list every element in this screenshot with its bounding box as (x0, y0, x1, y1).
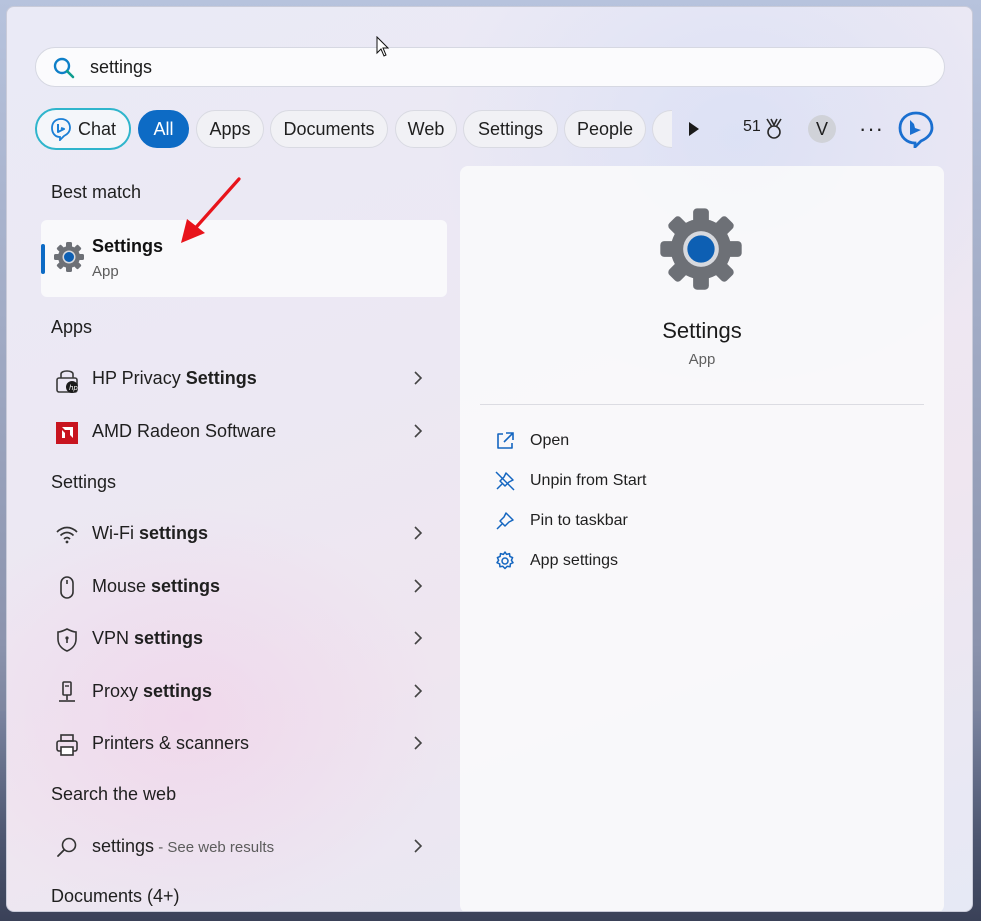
shield-icon (57, 628, 77, 652)
action-label: Pin to taskbar (530, 512, 628, 529)
chevron-right-icon[interactable] (413, 525, 423, 541)
chevron-right-icon[interactable] (413, 683, 423, 699)
best-match-title: Settings (92, 236, 164, 256)
svg-text:hp: hp (69, 384, 78, 392)
hp-privacy-lock-icon: hp (56, 370, 78, 393)
action-app-settings[interactable]: App settings (494, 546, 794, 576)
chevron-right-icon[interactable] (413, 370, 423, 386)
selection-indicator (41, 244, 45, 274)
mouse-cursor-icon (376, 36, 390, 57)
wifi-icon (56, 526, 78, 544)
best-match-subtitle: App (92, 263, 119, 280)
app-item-amd-radeon[interactable]: AMD Radeon Software (41, 407, 447, 455)
rewards-medal-icon[interactable] (763, 117, 785, 141)
amd-radeon-icon (56, 422, 78, 444)
documents-heading: Documents (4+) (51, 886, 180, 906)
setting-item-proxy[interactable]: Proxy settings (41, 667, 447, 715)
action-open[interactable]: Open (494, 426, 794, 456)
chevron-right-icon[interactable] (413, 630, 423, 646)
setting-item-printers[interactable]: Printers & scanners (41, 719, 447, 767)
scroll-chips-right-icon[interactable] (686, 118, 702, 140)
setting-item-mouse[interactable]: Mouse settings (41, 562, 447, 610)
chevron-right-icon[interactable] (413, 578, 423, 594)
results-list: Best match Settings App Apps hp HP Priva… (7, 7, 457, 911)
preview-subtitle: App (688, 351, 716, 368)
setting-item-label: VPN settings (92, 628, 204, 648)
setting-item-vpn[interactable]: VPN settings (41, 614, 447, 662)
preview-pane: Settings App Open Unpin from Start Pin t… (460, 166, 944, 911)
setting-item-label: Wi-Fi settings (92, 523, 208, 543)
gear-icon (496, 551, 514, 570)
setting-item-wifi[interactable]: Wi-Fi settings (41, 509, 447, 557)
settings-gear-icon (660, 208, 742, 290)
app-item-hp-privacy[interactable]: hp HP Privacy Settings (41, 354, 447, 402)
open-external-icon (497, 432, 514, 449)
settings-gear-icon (54, 242, 84, 272)
rewards-points[interactable]: 51 (743, 118, 761, 136)
best-match-heading: Best match (51, 182, 142, 202)
pin-icon (496, 512, 514, 530)
action-unpin-start[interactable]: Unpin from Start (494, 466, 794, 496)
bing-icon[interactable] (897, 110, 935, 148)
overflow-chip[interactable] (652, 110, 672, 148)
people-chip[interactable]: People (564, 110, 646, 148)
preview-divider (480, 404, 924, 405)
proxy-network-icon (59, 681, 75, 702)
setting-item-label: Proxy settings (92, 681, 213, 701)
more-options-icon[interactable]: ··· (859, 116, 884, 142)
action-label: Open (530, 432, 570, 449)
start-search-panel: settings Chat All Apps Documents Web Set… (6, 6, 973, 912)
web-result-item[interactable]: settings - See web results (41, 822, 447, 870)
chevron-right-icon[interactable] (413, 423, 423, 439)
settings-chip[interactable]: Settings (463, 110, 558, 148)
action-label: App settings (530, 552, 619, 569)
search-web-heading: Search the web (51, 784, 177, 804)
setting-item-label: Mouse settings (92, 576, 221, 596)
web-result-label: settings - See web results (92, 836, 275, 856)
action-pin-taskbar[interactable]: Pin to taskbar (494, 506, 794, 536)
unpin-icon (495, 471, 515, 491)
app-item-label: HP Privacy Settings (92, 368, 257, 388)
mouse-icon (60, 576, 74, 599)
avatar[interactable]: V (808, 115, 836, 143)
settings-heading: Settings (51, 472, 117, 492)
preview-title: Settings (662, 318, 742, 343)
chevron-right-icon[interactable] (413, 838, 423, 854)
printer-icon (56, 734, 78, 756)
annotation-arrow-icon (181, 177, 241, 243)
setting-item-label: Printers & scanners (92, 733, 250, 753)
search-icon (57, 837, 77, 857)
action-label: Unpin from Start (530, 472, 647, 489)
apps-heading: Apps (51, 317, 93, 337)
app-item-label: AMD Radeon Software (92, 421, 277, 441)
chevron-right-icon[interactable] (413, 735, 423, 751)
